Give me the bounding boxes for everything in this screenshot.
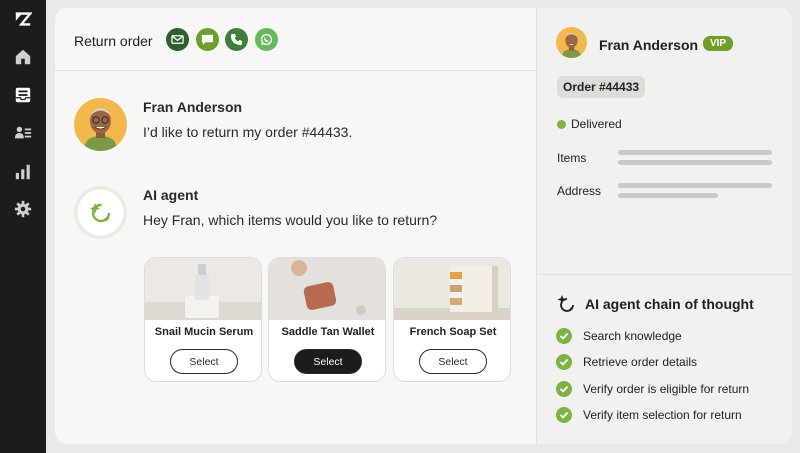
product-image-serum [145,258,261,320]
check-icon [556,328,572,344]
chain-step-text: Retrieve order details [583,355,698,369]
items-label: Items [557,151,587,165]
zendesk-logo-icon[interactable] [13,9,33,29]
product-name: Snail Mucin Serum [154,326,254,338]
customer-message-author: Fran Anderson [143,99,243,115]
chain-of-thought-title: AI agent chain of thought [585,296,754,312]
product-name: French Soap Set [409,326,497,338]
email-channel-button[interactable] [166,28,189,51]
phone-channel-button[interactable] [225,28,248,51]
address-placeholder-line [618,183,772,188]
items-placeholder-line [618,150,772,155]
chain-step-text: Verify item selection for return [583,408,742,422]
product-card[interactable]: Saddle Tan Wallet Select [268,257,386,382]
left-nav-sidebar [0,0,46,453]
product-card[interactable]: French Soap Set Select [393,257,511,382]
conversation-panel: Return order Fran Anderson I’d like to r… [55,8,536,444]
home-icon[interactable] [13,47,33,67]
customer-avatar-small [556,27,587,58]
chat-channel-button[interactable] [196,28,219,51]
chat-icon [201,34,214,46]
ai-sparkle-icon [555,293,577,315]
ai-agent-avatar [74,186,127,239]
vip-badge: VIP [703,36,733,51]
check-icon [556,381,572,397]
ai-agent-message-author: AI agent [143,187,199,203]
chain-step-text: Verify order is eligible for return [583,382,750,396]
customer-avatar [74,98,127,151]
product-image-wallet [269,258,385,320]
status-dot-icon [557,120,566,129]
settings-icon[interactable] [13,199,33,219]
ai-agent-message-text: Hey Fran, which items would you like to … [143,212,438,228]
conversation-header: Return order [55,8,536,71]
items-placeholder-line [618,160,772,165]
whatsapp-channel-button[interactable] [255,28,278,51]
address-placeholder-line [618,193,718,198]
contacts-icon[interactable] [13,123,33,143]
chain-step-text: Search knowledge [583,329,682,343]
select-button[interactable]: Select [294,349,362,374]
address-label: Address [557,184,602,198]
conversation-title: Return order [74,33,153,49]
phone-icon [230,33,243,46]
whatsapp-icon [260,33,273,46]
inbox-icon[interactable] [13,85,33,105]
email-icon [171,35,184,44]
check-icon [556,354,572,370]
customer-message-text: I’d like to return my order #44433. [143,124,353,140]
check-icon [556,407,572,423]
order-tag[interactable]: Order #44433 [557,76,646,98]
customer-name: Fran Anderson [599,37,699,53]
select-button[interactable]: Select [419,349,487,374]
reporting-icon[interactable] [13,162,33,182]
customer-context-panel: Fran Anderson VIP Order #44433 Delivered… [536,8,792,444]
product-name: Saddle Tan Wallet [281,326,375,338]
product-image-soap [394,258,510,320]
product-card[interactable]: Snail Mucin Serum Select [144,257,262,382]
ai-sparkle-icon [77,189,124,236]
order-status: Delivered [571,117,622,131]
panel-divider [537,274,792,275]
select-button[interactable]: Select [170,349,238,374]
